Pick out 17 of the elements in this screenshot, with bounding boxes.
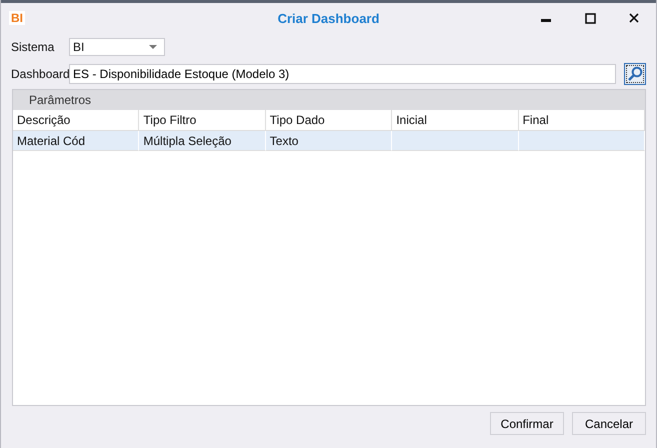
table-cell: Múltipla Seleção [139, 131, 266, 151]
close-icon [629, 13, 639, 23]
cancel-button[interactable]: Cancelar [572, 412, 646, 435]
sistema-dropdown[interactable]: BI [69, 38, 165, 56]
table-cell: Texto [266, 131, 392, 151]
table-cell: Material Cód [13, 131, 140, 151]
confirm-button[interactable]: Confirmar [490, 412, 564, 435]
window-title: Criar Dashboard [278, 10, 380, 26]
dropdown-caret-icon [149, 44, 157, 50]
maximize-icon [584, 12, 596, 24]
sistema-label: Sistema [11, 40, 56, 54]
panel-title: Parâmetros [29, 93, 92, 107]
search-button[interactable] [624, 63, 646, 85]
dashboard-field[interactable]: ES - Disponibilidade Estoque (Modelo 3) [69, 64, 616, 84]
dashboard-label: Dashboard [11, 67, 69, 81]
app-logo: BI [9, 11, 25, 25]
search-icon [627, 66, 643, 82]
